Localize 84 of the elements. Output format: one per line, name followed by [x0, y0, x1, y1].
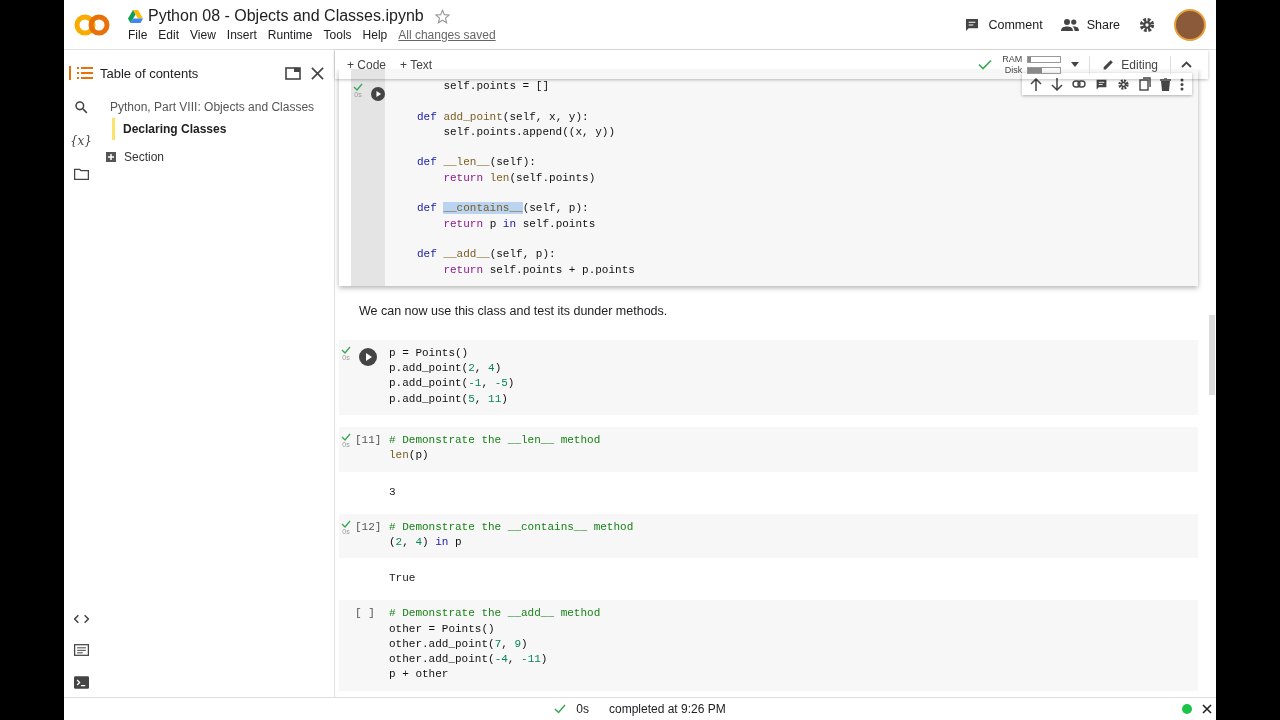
cell-output: True: [339, 558, 1198, 589]
code-line: def __len__(self):: [417, 155, 536, 171]
close-icon[interactable]: [311, 66, 324, 80]
snippets-icon[interactable]: [73, 644, 89, 656]
code-line: p.add_point(2, 4): [389, 361, 502, 377]
star-icon[interactable]: [434, 8, 450, 24]
usage-meter: [1027, 66, 1062, 74]
settings-icon[interactable]: [1117, 77, 1130, 91]
terminal-icon[interactable]: [73, 676, 89, 689]
usage-meter: [1027, 55, 1062, 63]
code-line: p + other: [389, 667, 449, 683]
execution-count[interactable]: [11]: [355, 434, 382, 447]
toc-entry[interactable]: Python, Part VIII: Objects and Classes: [100, 96, 324, 118]
editing-mode-button[interactable]: Editing: [1100, 55, 1160, 74]
run-button[interactable]: [359, 347, 377, 366]
pencil-icon: [1102, 58, 1116, 71]
code-line: def __contains__(self, p):: [417, 201, 589, 217]
comment-icon[interactable]: [1095, 77, 1108, 91]
settings-icon[interactable]: [1138, 15, 1156, 34]
dropdown-caret-icon[interactable]: [1071, 62, 1080, 67]
people-icon: [1060, 17, 1079, 32]
code-line: self.points = []: [442, 79, 550, 94]
chevron-up-icon[interactable]: [1181, 61, 1192, 68]
cell-output: 3: [339, 471, 1198, 502]
more-icon[interactable]: [1180, 77, 1184, 91]
code-icon[interactable]: [73, 614, 89, 624]
add-text-button[interactable]: + Text: [398, 55, 435, 74]
notebook-title[interactable]: Python 08 - Objects and Classes.ipynb: [148, 7, 424, 25]
plus-icon: [106, 152, 116, 162]
panel-title: Table of contents: [100, 65, 200, 81]
mirror-cell-icon[interactable]: [1139, 77, 1151, 91]
folder-icon[interactable]: [73, 168, 89, 180]
execution-count[interactable]: [ ]: [355, 607, 375, 620]
code-line: self.points.append((x, y)): [442, 124, 616, 140]
search-icon[interactable]: [74, 100, 88, 114]
code-line: # Demonstrate the __add__ method: [389, 606, 601, 622]
code-line: other = Points(): [389, 621, 495, 637]
run-time: 0s: [576, 702, 589, 716]
resource-label: Disk: [1004, 64, 1023, 76]
code-line: # Demonstrate the __len__ method: [389, 433, 601, 449]
code-line: p = Points(): [389, 345, 469, 361]
toc-entry[interactable]: Declaring Classes: [112, 118, 324, 140]
code-line: return p in self.points: [442, 216, 596, 232]
move-up-icon[interactable]: [1030, 77, 1042, 91]
menu-item[interactable]: View: [190, 28, 216, 42]
comment-icon: [964, 16, 981, 33]
status-message: completed at 9:26 PM: [608, 702, 726, 716]
comment-button[interactable]: Comment: [964, 16, 1043, 33]
link-icon[interactable]: [1072, 80, 1086, 88]
add-code-button[interactable]: + Code: [345, 55, 389, 74]
logo-icon[interactable]: [74, 13, 110, 36]
move-down-icon[interactable]: [1051, 77, 1063, 91]
code-line: (2, 4) in p: [389, 534, 462, 550]
drive-icon[interactable]: [128, 9, 143, 23]
execution-count[interactable]: [12]: [355, 520, 382, 533]
menu-item[interactable]: Tools: [323, 28, 352, 42]
code-line: p.add_point(5, 11): [389, 391, 508, 407]
trash-icon[interactable]: [1160, 77, 1171, 91]
code-line: return len(self.points): [442, 170, 596, 186]
menu-item[interactable]: Help: [362, 28, 388, 42]
code-line: other.add_point(7, 9): [389, 636, 528, 652]
menu-item[interactable]: Edit: [158, 28, 180, 42]
code-line: other.add_point(-4, -11): [389, 652, 548, 668]
menu-item[interactable]: Insert: [226, 28, 257, 42]
menu-item[interactable]: File: [128, 28, 148, 42]
resource-label: RAM: [1002, 53, 1023, 65]
text-cell-text: We can now use this class and test its dunder methods.: [358, 302, 669, 320]
code-line: def __add__(self, p):: [417, 247, 556, 263]
save-status-link[interactable]: All changes saved: [398, 28, 496, 42]
close-icon[interactable]: [1202, 704, 1212, 714]
avatar[interactable]: [1174, 8, 1206, 41]
expand-panel-icon[interactable]: [285, 66, 301, 80]
code-cell[interactable]: [ ] # Demonstrate the __add__ method other = Points() other.add_point(7, 9) other.add_point(-4, -11) p + other: [339, 600, 1198, 691]
code-line: # Demonstrate the __contains__ method: [389, 519, 634, 535]
code-line: return self.points + p.points: [442, 262, 635, 278]
code-line: p.add_point(-1, -5): [389, 376, 515, 392]
run-button[interactable]: [371, 85, 385, 103]
code-line: len(p): [389, 448, 429, 464]
variables-icon[interactable]: {x}: [69, 134, 92, 148]
table-of-contents-icon[interactable]: [69, 66, 93, 80]
code-line: def add_point(self, x, y):: [417, 109, 589, 125]
share-button[interactable]: Share: [1060, 17, 1120, 32]
menu-item[interactable]: Runtime: [267, 28, 313, 42]
add-section-button[interactable]: Section: [100, 140, 171, 174]
